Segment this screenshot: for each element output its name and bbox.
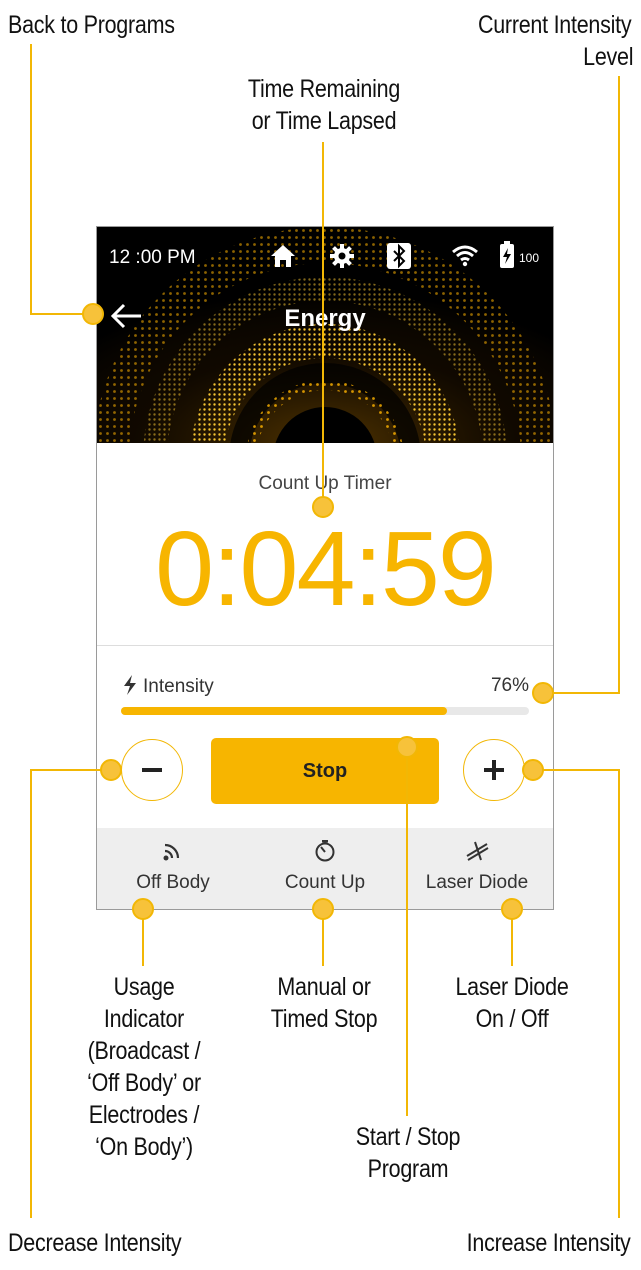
callout-manual-line2: Timed Stop <box>270 1005 378 1033</box>
callout-increase-intensity: Increase Intensity <box>467 1229 631 1257</box>
callout-dot-startstop <box>396 736 418 758</box>
callout-startstop-line2: Program <box>367 1155 449 1183</box>
laser-icon <box>466 841 489 861</box>
plus-icon <box>484 760 504 780</box>
bottom-status-bar: Off Body Count Up Laser Diode <box>97 828 553 909</box>
status-time: 12 :00 PM <box>109 247 196 268</box>
header-banner: 12 :00 PM 100 Energy <box>97 227 553 443</box>
callout-current-intensity-line2: Level <box>582 43 633 71</box>
tab-laser-diode[interactable]: Laser Diode <box>401 828 553 909</box>
callout-line-decrease <box>30 770 32 1218</box>
intensity-label-group: Intensity <box>123 675 214 701</box>
home-icon[interactable] <box>269 243 297 269</box>
minus-icon <box>142 768 162 772</box>
callout-dot-laser <box>501 898 523 920</box>
lightning-icon <box>123 675 137 701</box>
callout-usage-line1: Usage <box>113 973 175 1001</box>
callout-dot-intensity <box>532 682 554 704</box>
decrease-intensity-button[interactable] <box>121 739 183 801</box>
callout-usage-line3: (Broadcast / <box>87 1037 201 1065</box>
battery-icon <box>500 241 514 268</box>
callout-usage-line4: ‘Off Body’ or <box>87 1069 201 1097</box>
callout-decrease-intensity: Decrease Intensity <box>8 1229 182 1257</box>
intensity-label: Intensity <box>143 676 214 697</box>
bluetooth-icon[interactable] <box>387 243 411 269</box>
callout-dot-manual <box>312 898 334 920</box>
intensity-bar <box>121 707 529 715</box>
callout-current-intensity-line1: Current Intensity <box>477 11 632 39</box>
callout-line-intensity-h <box>548 692 620 694</box>
timer-display: 0:04:59 <box>155 510 497 628</box>
intensity-value: 76% <box>490 675 529 696</box>
callout-line-startstop <box>406 746 408 1116</box>
callout-line-increase-h <box>540 769 620 771</box>
intensity-bar-fill <box>121 707 448 715</box>
increase-intensity-button[interactable] <box>463 739 525 801</box>
callout-line-decrease-h <box>30 769 106 771</box>
wifi-icon[interactable] <box>451 243 479 267</box>
tab-laser-diode-label: Laser Diode <box>425 872 529 893</box>
callout-usage-line5: Electrodes / <box>88 1101 200 1129</box>
stopwatch-icon <box>315 840 335 862</box>
callout-line-intensity <box>618 76 620 694</box>
tab-off-body[interactable]: Off Body <box>97 828 249 909</box>
callout-dot-usage <box>132 898 154 920</box>
callout-manual-line1: Manual or <box>277 973 371 1001</box>
callout-time-line1: Time Remaining <box>247 75 401 103</box>
gear-icon[interactable] <box>329 243 355 269</box>
device-screen: 12 :00 PM 100 Energy Count Up Timer 0:04… <box>96 226 554 910</box>
callout-laser-line1: Laser Diode <box>455 973 569 1001</box>
callout-line-increase <box>618 770 620 1218</box>
tab-count-up-label: Count Up <box>284 872 366 893</box>
tab-off-body-label: Off Body <box>136 872 210 893</box>
tab-count-up[interactable]: Count Up <box>249 828 401 909</box>
divider <box>97 645 553 646</box>
broadcast-icon <box>163 843 180 861</box>
callout-dot-increase <box>522 759 544 781</box>
timer-label: Count Up Timer <box>258 473 392 494</box>
callout-time-line2: or Time Lapsed <box>251 107 397 135</box>
callout-dot-back <box>82 303 104 325</box>
callout-startstop-line1: Start / Stop <box>355 1123 461 1151</box>
callout-dot-time <box>312 496 334 518</box>
program-title: Energy <box>284 305 366 332</box>
callout-line-back <box>30 44 32 314</box>
callout-line-time <box>322 142 324 508</box>
callout-back-to-programs: Back to Programs <box>8 11 175 39</box>
callout-laser-line2: On / Off <box>475 1005 549 1033</box>
battery-level: 100 <box>519 251 540 265</box>
callout-usage-line2: Indicator <box>103 1005 185 1033</box>
callout-usage-line6: ‘On Body’) <box>95 1133 193 1161</box>
callout-dot-decrease <box>100 759 122 781</box>
